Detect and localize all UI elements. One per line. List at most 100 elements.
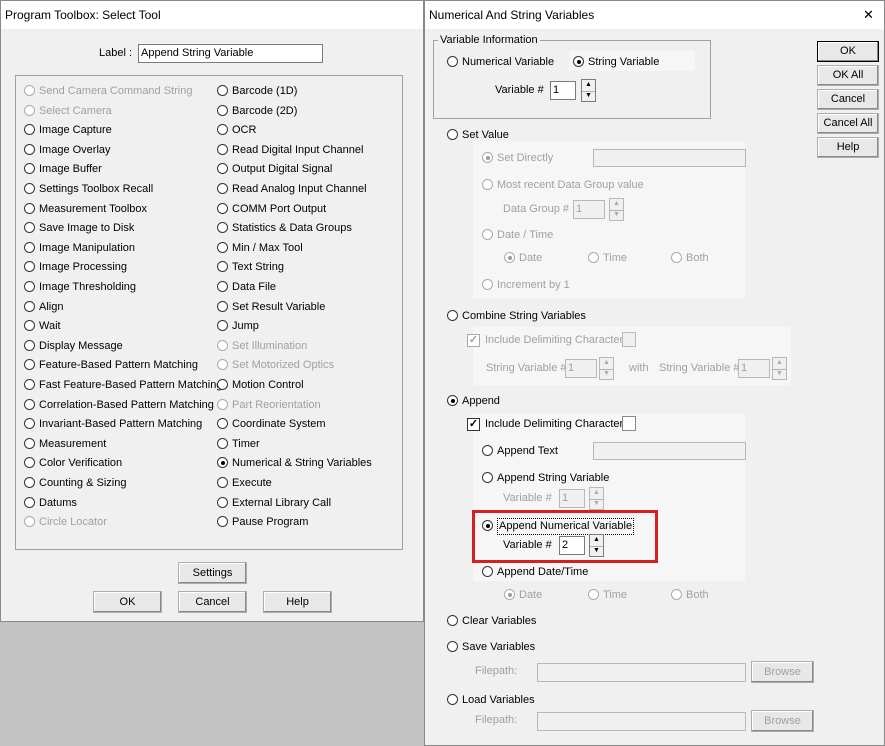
- radio-icon: [482, 566, 493, 577]
- radio-icon: [217, 104, 228, 116]
- tool-option-label: Image Thresholding: [39, 281, 137, 293]
- variable-number-input[interactable]: 1: [550, 81, 576, 100]
- tool-option-label: Display Message: [39, 339, 123, 352]
- ok-all-button[interactable]: OK All: [817, 65, 879, 86]
- append-delim-checkbox[interactable]: ✓: [467, 418, 480, 431]
- radio-icon: [24, 281, 35, 292]
- save-filepath-label: Filepath:: [475, 665, 518, 677]
- radio-icon: [217, 398, 228, 410]
- set-directly-input[interactable]: [593, 149, 746, 167]
- tool-option-label: Save Image to Disk: [39, 222, 135, 235]
- append-string-var-input[interactable]: 1: [559, 489, 585, 508]
- radio-selected-icon: [504, 589, 515, 600]
- spin-down-icon[interactable]: ▼: [610, 210, 623, 221]
- with-label: with: [629, 362, 649, 374]
- variable-number-spinner[interactable]: ▲ ▼: [581, 79, 596, 102]
- radio-icon: [447, 310, 458, 321]
- window-title: Numerical And String Variables: [429, 8, 595, 22]
- tool-option-label: Read Digital Input Channel: [232, 143, 364, 156]
- tool-option-label: Data File: [232, 281, 277, 293]
- radio-icon: [217, 143, 228, 155]
- label-caption: Label :: [99, 47, 133, 59]
- append-string-var-spinner[interactable]: ▲ ▼: [589, 487, 604, 510]
- tool-option-label: Jump: [232, 320, 259, 333]
- tool-option-label: Pause Program: [232, 516, 309, 529]
- load-browse-button[interactable]: Browse: [751, 710, 814, 732]
- string-var-spinner-2[interactable]: ▲ ▼: [772, 357, 787, 380]
- tool-option-label: Measurement: [39, 437, 107, 450]
- tool-option-label: Select Camera: [39, 104, 112, 117]
- spin-down-icon[interactable]: ▼: [600, 369, 613, 380]
- data-group-spinner[interactable]: ▲ ▼: [609, 198, 624, 221]
- radio-icon: [24, 496, 35, 508]
- radio-selected-icon: [504, 252, 515, 263]
- data-group-input[interactable]: 1: [573, 200, 605, 219]
- save-browse-button[interactable]: Browse: [751, 661, 814, 683]
- string-var-spinner-1[interactable]: ▲ ▼: [599, 357, 614, 380]
- cancel-button[interactable]: Cancel: [817, 89, 879, 110]
- radio-icon: [217, 300, 228, 312]
- cancel-all-button[interactable]: Cancel All: [817, 113, 879, 134]
- tool-option-label: Numerical & String Variables: [232, 457, 372, 470]
- combine-delim-checkbox[interactable]: ✓: [467, 334, 480, 347]
- string-var-label-2: String Variable #: [659, 362, 740, 374]
- close-icon[interactable]: ✕: [863, 7, 874, 23]
- spin-down-icon[interactable]: ▼: [582, 91, 595, 102]
- tool-option-label: Barcode (2D): [232, 104, 298, 117]
- variable-number-label: Variable #: [495, 84, 544, 96]
- string-var-input-1[interactable]: 1: [565, 359, 597, 378]
- radio-icon: [217, 183, 228, 194]
- settings-button[interactable]: Settings: [178, 562, 247, 584]
- radio-icon: [217, 281, 228, 292]
- label-input[interactable]: Append String Variable: [138, 44, 323, 63]
- tool-option-label: Align: [39, 300, 64, 313]
- radio-icon: [447, 615, 458, 626]
- radio-icon: [482, 229, 493, 240]
- variables-window: Numerical And String Variables ✕ OK OK A…: [424, 0, 885, 746]
- radio-icon: [217, 85, 228, 96]
- radio-icon: [24, 85, 35, 96]
- radio-icon: [217, 379, 228, 390]
- radio-icon: [482, 279, 493, 290]
- title-bar: Numerical And String Variables ✕: [425, 1, 884, 29]
- tool-option-label: Settings Toolbox Recall: [39, 183, 154, 195]
- load-filepath-label: Filepath:: [475, 714, 518, 726]
- radio-icon: [671, 252, 682, 263]
- tool-option-label: Set Illumination: [232, 339, 308, 352]
- append-delim-char-input[interactable]: [622, 416, 636, 431]
- tool-option-label: Read Analog Input Channel: [232, 183, 367, 195]
- radio-icon: [24, 143, 35, 155]
- radio-icon: [482, 445, 493, 456]
- radio-selected-icon: [573, 56, 584, 67]
- data-group-label: Data Group #: [503, 203, 570, 215]
- ok-button[interactable]: OK: [93, 591, 162, 613]
- help-button[interactable]: Help: [817, 137, 879, 158]
- radio-icon: [24, 202, 35, 214]
- tool-option-label: Image Capture: [39, 124, 112, 137]
- tool-option-label: Image Manipulation: [39, 241, 136, 254]
- radio-icon: [24, 437, 35, 449]
- radio-icon: [24, 241, 35, 253]
- save-filepath-input[interactable]: [537, 663, 746, 682]
- radio-icon: [447, 56, 458, 67]
- radio-icon: [217, 339, 228, 351]
- radio-icon: [447, 694, 458, 705]
- tool-option-label: COMM Port Output: [232, 202, 327, 215]
- red-highlight-box: [472, 510, 658, 563]
- ok-button[interactable]: OK: [817, 41, 879, 62]
- load-filepath-input[interactable]: [537, 712, 746, 731]
- spin-down-icon[interactable]: ▼: [773, 369, 786, 380]
- radio-icon: [217, 496, 228, 508]
- variable-info-legend: Variable Information: [438, 34, 540, 46]
- append-text-input[interactable]: [593, 442, 746, 460]
- help-button[interactable]: Help: [263, 591, 332, 613]
- tool-option-label: Output Digital Signal: [232, 163, 333, 176]
- spin-down-icon[interactable]: ▼: [590, 499, 603, 510]
- combine-delim-char-input[interactable]: [622, 332, 636, 347]
- radio-icon: [24, 339, 35, 351]
- tool-option-label: Set Result Variable: [232, 300, 326, 313]
- radio-icon: [217, 477, 228, 488]
- cancel-button[interactable]: Cancel: [178, 591, 247, 613]
- string-var-input-2[interactable]: 1: [738, 359, 770, 378]
- radio-icon: [24, 379, 35, 390]
